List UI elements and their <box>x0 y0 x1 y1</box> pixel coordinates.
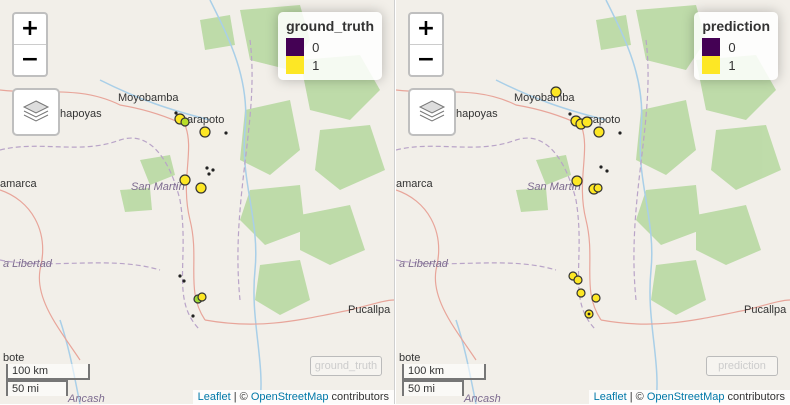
legend-item: 1 <box>286 56 374 74</box>
attribution: Leaflet | © OpenStreetMap contributors <box>192 390 394 404</box>
marker-point[interactable] <box>571 175 583 187</box>
scale-mi: 50 mi <box>6 380 68 396</box>
marker-point[interactable] <box>197 292 207 302</box>
legend-item: 1 <box>702 56 770 74</box>
marker-point[interactable] <box>179 174 191 186</box>
marker-small[interactable] <box>568 112 572 116</box>
legend-label: 1 <box>312 57 320 73</box>
marker-small[interactable] <box>618 131 622 135</box>
legend-title: ground_truth <box>286 18 374 34</box>
zoom-control[interactable]: + − <box>408 12 444 77</box>
marker-point[interactable] <box>195 182 207 194</box>
scale-bar: 100 km 50 mi <box>402 364 486 396</box>
attribution-sep: | © <box>626 391 647 403</box>
marker-point[interactable] <box>581 116 593 128</box>
marker-point[interactable] <box>180 117 190 127</box>
osm-link[interactable]: OpenStreetMap <box>251 391 329 403</box>
marker-point[interactable] <box>199 126 211 138</box>
marker-point[interactable] <box>550 86 562 98</box>
leaflet-link[interactable]: Leaflet <box>594 391 627 403</box>
zoom-in-button[interactable]: + <box>14 14 46 45</box>
layers-icon <box>22 100 50 122</box>
legend-label: 0 <box>728 39 736 55</box>
marker-small[interactable] <box>599 165 603 169</box>
attribution-sep: | © <box>230 391 251 403</box>
legend-label: 1 <box>728 57 736 73</box>
watermark: prediction <box>706 356 778 376</box>
legend-swatch-0 <box>702 38 721 56</box>
osm-link[interactable]: OpenStreetMap <box>647 391 725 403</box>
legend: ground_truth 0 1 <box>278 12 382 80</box>
marker-small[interactable] <box>178 274 182 278</box>
scale-km: 100 km <box>402 364 486 380</box>
legend-swatch-1 <box>702 56 721 74</box>
zoom-in-button[interactable]: + <box>410 14 442 45</box>
marker-small[interactable] <box>205 166 209 170</box>
marker-small[interactable] <box>191 314 195 318</box>
legend-label: 0 <box>312 39 320 55</box>
zoom-out-button[interactable]: − <box>14 45 46 75</box>
attribution-contributors: contributors <box>328 391 389 403</box>
map-panel-ground-truth[interactable]: Moyobamba hapoyas arapoto amarca San Mar… <box>0 0 395 404</box>
marker-point[interactable] <box>591 293 601 303</box>
marker-small[interactable] <box>211 168 215 172</box>
marker-small[interactable] <box>207 172 211 176</box>
zoom-out-button[interactable]: − <box>410 45 442 75</box>
zoom-control[interactable]: + − <box>12 12 48 77</box>
marker-small[interactable] <box>587 312 591 316</box>
legend-swatch-0 <box>286 38 305 56</box>
legend-item: 0 <box>286 38 374 56</box>
legend-title: prediction <box>702 18 770 34</box>
attribution-contributors: contributors <box>724 391 785 403</box>
attribution: Leaflet | © OpenStreetMap contributors <box>588 390 790 404</box>
scale-km: 100 km <box>6 364 90 380</box>
marker-point[interactable] <box>593 183 603 193</box>
watermark: ground_truth <box>310 356 382 376</box>
layers-icon <box>418 100 446 122</box>
layers-button[interactable] <box>12 88 60 136</box>
marker-small[interactable] <box>224 131 228 135</box>
marker-point[interactable] <box>593 126 605 138</box>
legend-item: 0 <box>702 38 770 56</box>
layers-button[interactable] <box>408 88 456 136</box>
scale-mi: 50 mi <box>402 380 464 396</box>
marker-point[interactable] <box>573 275 583 285</box>
marker-point[interactable] <box>576 288 586 298</box>
leaflet-link[interactable]: Leaflet <box>198 391 231 403</box>
legend-swatch-1 <box>286 56 305 74</box>
marker-small[interactable] <box>182 279 186 283</box>
marker-small[interactable] <box>174 111 178 115</box>
scale-bar: 100 km 50 mi <box>6 364 90 396</box>
legend: prediction 0 1 <box>694 12 778 80</box>
map-panel-prediction[interactable]: Moyobamba hapoyas arapoto amarca San Mar… <box>396 0 790 404</box>
marker-small[interactable] <box>605 169 609 173</box>
